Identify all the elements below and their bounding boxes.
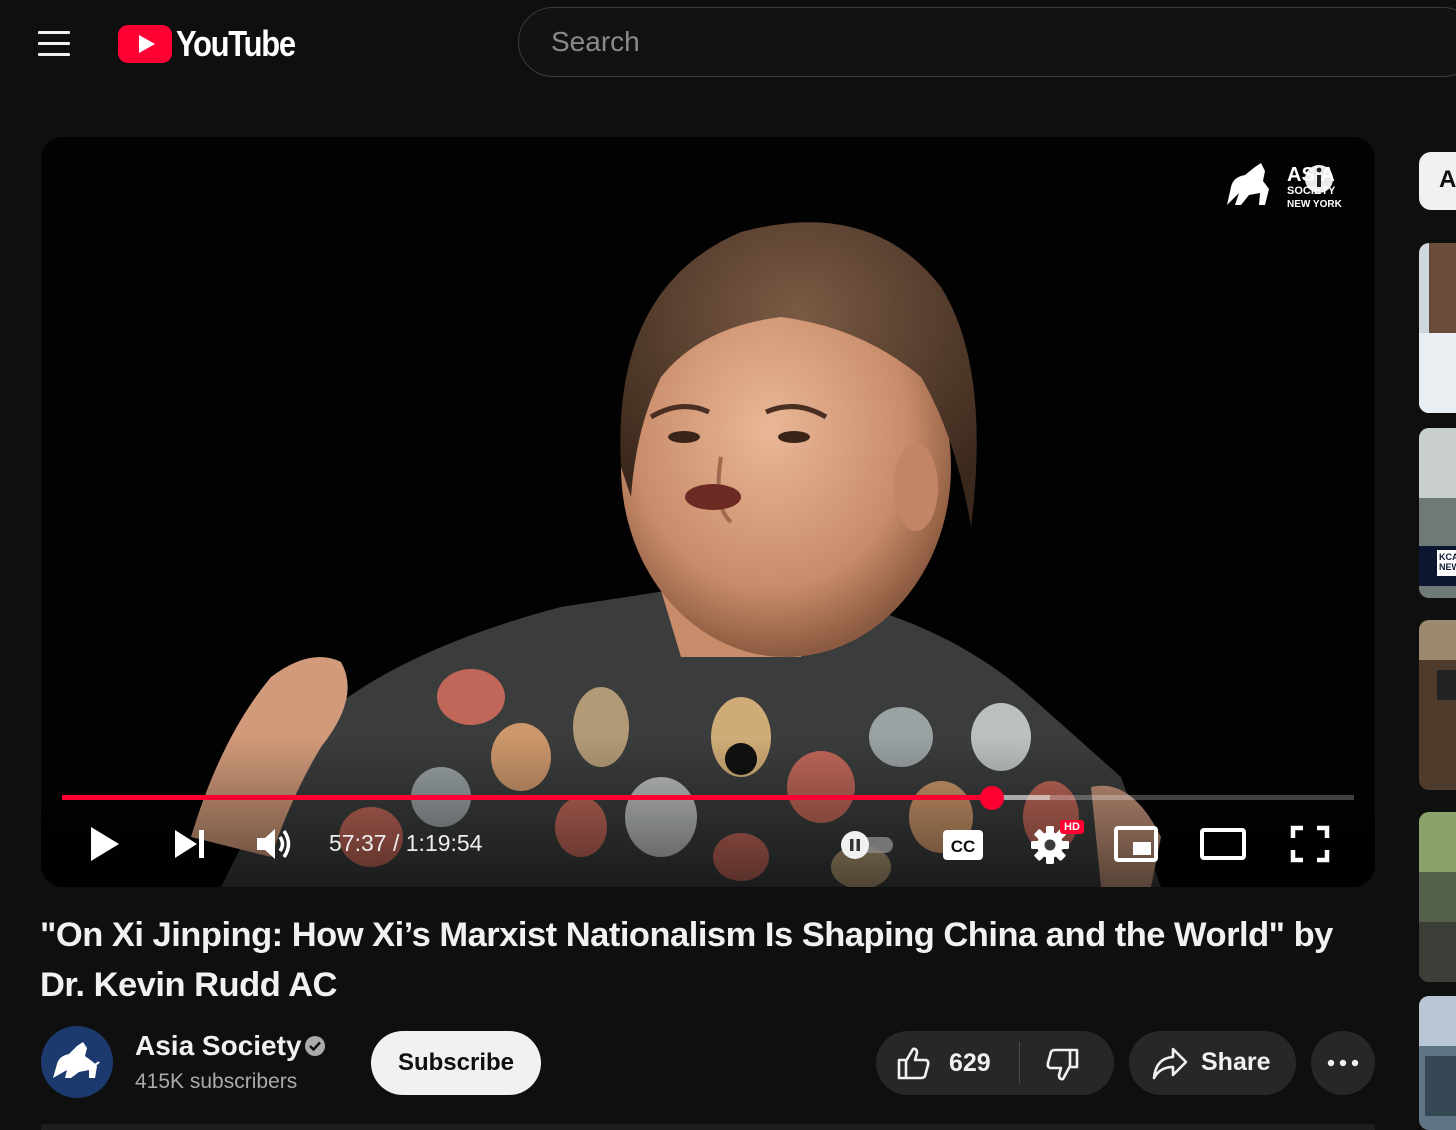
recommended-thumbnail[interactable] (1419, 812, 1456, 982)
like-count: 629 (949, 1049, 991, 1077)
channel-watermark-logo[interactable]: ASIA SOCIETY NEW YORK (1225, 159, 1349, 211)
video-title: "On Xi Jinping: How Xi’s Marxist Nationa… (40, 916, 1333, 1004)
share-label: Share (1201, 1048, 1271, 1076)
recommended-thumbnail[interactable]: KCA NEW (1419, 428, 1456, 598)
channel-avatar[interactable] (41, 1026, 113, 1098)
theater-mode-icon[interactable] (1199, 827, 1247, 861)
channel-name[interactable]: Asia Society (135, 1030, 302, 1062)
search-box[interactable] (518, 7, 1456, 77)
hamburger-menu-icon[interactable] (36, 30, 72, 58)
search-input[interactable] (549, 25, 1353, 59)
volume-icon[interactable] (255, 826, 295, 862)
fullscreen-icon[interactable] (1290, 825, 1330, 863)
recommended-thumbnail[interactable] (1419, 996, 1456, 1130)
share-button[interactable]: Share (1129, 1031, 1296, 1095)
autoplay-toggle-icon[interactable] (839, 831, 897, 859)
play-icon[interactable] (87, 825, 123, 863)
more-horizontal-icon (1327, 1059, 1359, 1067)
video-player[interactable]: ASIA SOCIETY NEW YORK 57:37 / 1:19:54 CC (41, 137, 1375, 887)
recommended-thumbnail[interactable] (1419, 620, 1456, 790)
cc-label: CC (951, 837, 976, 856)
time-display: 57:37 / 1:19:54 (329, 830, 483, 856)
next-icon[interactable] (171, 828, 207, 860)
watermark-line3: NEW YORK (1287, 199, 1343, 210)
masthead: YouTube (0, 0, 1456, 88)
cc-icon[interactable]: CC (941, 828, 985, 862)
miniplayer-icon[interactable] (1113, 825, 1159, 863)
verified-badge-icon (305, 1036, 325, 1056)
progress-bar[interactable] (62, 786, 1354, 810)
more-actions-button[interactable] (1311, 1031, 1375, 1095)
lion-logo-icon (53, 1042, 100, 1078)
news-badge: KCA NEW (1437, 550, 1456, 576)
share-arrow-icon (1152, 1047, 1188, 1080)
subscribe-button[interactable]: Subscribe (371, 1031, 541, 1095)
thumbs-up-icon[interactable] (896, 1045, 932, 1081)
description-box-edge (41, 1124, 1375, 1130)
progress-played (62, 795, 993, 800)
youtube-logo[interactable]: YouTube (118, 22, 314, 66)
filter-chip-all[interactable]: A (1419, 152, 1456, 210)
controls-gradient (41, 737, 1375, 887)
subscriber-count: 415K subscribers (135, 1070, 298, 1093)
hd-badge: HD (1060, 820, 1084, 834)
recommended-thumbnail[interactable] (1419, 243, 1456, 413)
thumbs-down-icon[interactable] (1044, 1047, 1080, 1083)
like-divider (1019, 1042, 1020, 1084)
youtube-logo-icon (118, 25, 172, 63)
logo-text: YouTube (176, 23, 296, 64)
like-dislike-group: 629 (876, 1031, 1114, 1095)
